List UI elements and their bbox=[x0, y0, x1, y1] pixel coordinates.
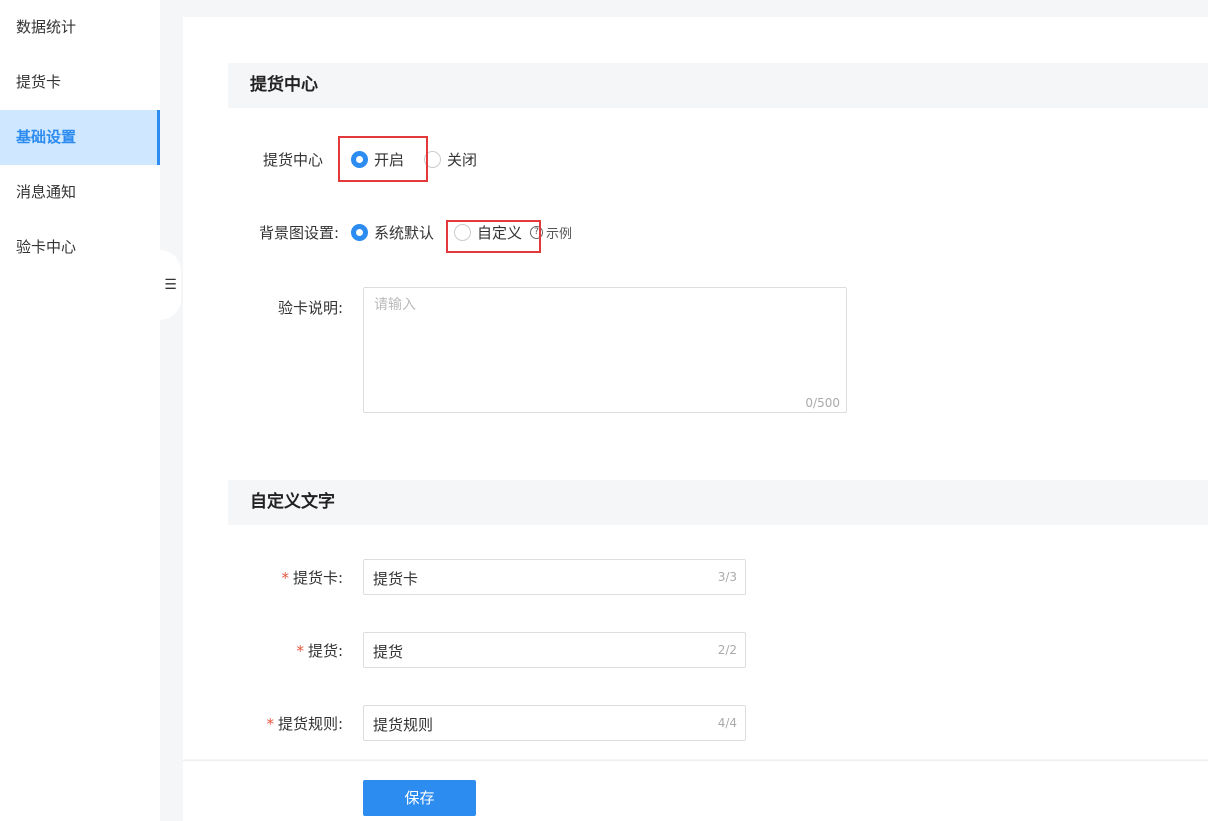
card-description-textarea[interactable]: 请输入 0/500 bbox=[363, 287, 847, 413]
input-pickup-card[interactable]: 提货卡 3/3 bbox=[363, 559, 746, 595]
required-asterisk: * bbox=[296, 641, 304, 660]
sidebar-item-card-verify-center[interactable]: 验卡中心 bbox=[0, 220, 160, 275]
highlight-box-bg-custom bbox=[446, 220, 541, 253]
radio-checked-icon bbox=[351, 224, 368, 241]
highlight-box-center-on bbox=[338, 136, 428, 182]
save-button[interactable]: 保存 bbox=[363, 780, 476, 816]
main-card: 提货中心 提货中心 开启 关闭 背景图设置: 系统默认 自定义 ? 示例 验卡说… bbox=[183, 17, 1208, 759]
sidebar-item-statistics[interactable]: 数据统计 bbox=[0, 0, 160, 55]
sidebar: 数据统计 提货卡 基础设置 消息通知 验卡中心 bbox=[0, 0, 160, 821]
sidebar-item-notifications[interactable]: 消息通知 bbox=[0, 165, 160, 220]
textarea-char-count: 0/500 bbox=[805, 396, 840, 410]
textarea-placeholder: 请输入 bbox=[374, 297, 416, 313]
card-description-row: 验卡说明: bbox=[183, 297, 355, 318]
field-row-pickup-card: * 提货卡: 提货卡 3/3 bbox=[183, 559, 746, 595]
footer-bar: 保存 bbox=[183, 760, 1208, 821]
input-value: 提货规则 bbox=[373, 716, 434, 734]
required-asterisk: * bbox=[281, 568, 289, 587]
sidebar-collapse-toggle[interactable]: ☰ bbox=[160, 250, 181, 320]
menu-fold-icon: ☰ bbox=[164, 277, 177, 293]
radio-center-off[interactable]: 关闭 bbox=[424, 149, 477, 170]
section-title-custom-text: 自定义文字 bbox=[228, 480, 1208, 525]
section-title-pickup-center: 提货中心 bbox=[228, 63, 1208, 108]
background-setting-label: 背景图设置: bbox=[258, 224, 339, 242]
card-description-label: 验卡说明: bbox=[277, 299, 343, 317]
radio-label-default: 系统默认 bbox=[374, 224, 435, 242]
sidebar-item-basic-settings[interactable]: 基础设置 bbox=[0, 110, 160, 165]
required-asterisk: * bbox=[266, 714, 274, 733]
input-pickup-rules[interactable]: 提货规则 4/4 bbox=[363, 705, 746, 741]
input-char-count: 4/4 bbox=[717, 716, 737, 730]
input-pickup[interactable]: 提货 2/2 bbox=[363, 632, 746, 668]
input-char-count: 2/2 bbox=[717, 643, 737, 657]
radio-bg-default[interactable]: 系统默认 bbox=[351, 222, 434, 243]
field-label-pickup: * 提货: bbox=[296, 641, 343, 660]
input-value: 提货卡 bbox=[373, 570, 419, 588]
sidebar-item-pickup-card[interactable]: 提货卡 bbox=[0, 55, 160, 110]
field-row-pickup-rules: * 提货规则: 提货规则 4/4 bbox=[183, 705, 746, 741]
field-row-pickup: * 提货: 提货 2/2 bbox=[183, 632, 746, 668]
field-label-pickup-card: * 提货卡: bbox=[281, 568, 343, 587]
radio-label-off: 关闭 bbox=[447, 151, 478, 169]
example-label: 示例 bbox=[546, 227, 573, 242]
field-label-pickup-rules: * 提货规则: bbox=[266, 714, 343, 733]
input-char-count: 3/3 bbox=[717, 570, 737, 584]
input-value: 提货 bbox=[373, 643, 404, 661]
pickup-center-label: 提货中心 bbox=[262, 151, 323, 169]
